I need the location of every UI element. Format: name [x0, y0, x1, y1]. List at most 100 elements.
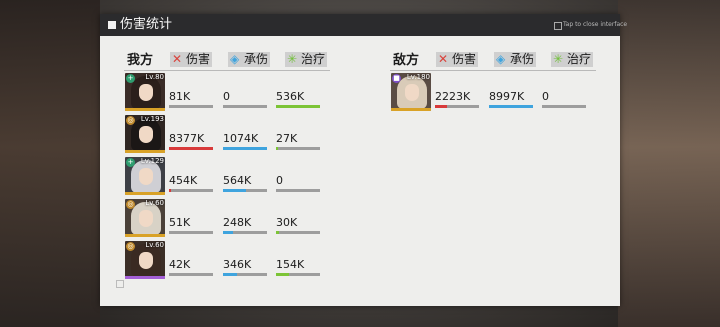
- tank-bar-fill: [223, 189, 246, 192]
- tank-bar-track: [223, 105, 267, 108]
- enemy-damage-stat: 2223K: [435, 91, 479, 109]
- medic-cross-icon: +: [126, 74, 135, 83]
- background-right: [618, 0, 720, 327]
- damage-bar-track: [169, 147, 213, 150]
- tank-value: 346K: [223, 258, 252, 271]
- heal-bar-fill: [276, 105, 320, 108]
- shield-icon: ◈: [496, 52, 506, 66]
- panel-title: 伤害统计: [120, 17, 173, 32]
- heal-value: 27K: [276, 132, 298, 145]
- tank-value: 564K: [223, 174, 252, 187]
- tank-bar-track: [223, 231, 267, 234]
- heal-bar-fill: [276, 273, 289, 276]
- damage-value: 454K: [169, 174, 198, 187]
- close-icon[interactable]: [554, 22, 562, 30]
- background-left: [0, 0, 100, 327]
- ally-col-damage[interactable]: ✕ 伤害: [170, 52, 212, 67]
- tank-bar-track: [223, 189, 267, 192]
- boss-icon: ■: [392, 74, 401, 83]
- ally-heal-stat: 30K: [276, 217, 320, 235]
- ally-heal-stat: 0: [276, 175, 320, 193]
- crossed-swords-icon: ✕: [172, 52, 183, 66]
- close-hint[interactable]: Tap to close interface: [563, 20, 627, 29]
- damage-bar-fill: [169, 189, 171, 192]
- ally-damage-stat: 51K: [169, 217, 213, 235]
- title-bar: 伤害统计 Tap to close interface: [100, 14, 627, 36]
- heal-value: 154K: [276, 258, 305, 271]
- heal-bar-track: [276, 231, 320, 234]
- ally-divider: [124, 70, 330, 71]
- rifle-icon: ◎: [126, 116, 135, 125]
- level-label: Lv.129: [140, 157, 164, 165]
- tank-bar-track: [223, 147, 267, 150]
- ally-damage-stat: 81K: [169, 91, 213, 109]
- level-label: Lv.193: [140, 115, 164, 123]
- heal-bar-track: [542, 105, 586, 108]
- tank-value: 0: [223, 90, 230, 103]
- damage-bar-track: [169, 189, 213, 192]
- damage-bar-track: [435, 105, 479, 108]
- ally-tank-stat: 0: [223, 91, 267, 109]
- rifle-icon: ◎: [126, 200, 135, 209]
- tank-value: 1074K: [223, 132, 259, 145]
- damage-value: 81K: [169, 90, 191, 103]
- level-label: Lv.60: [145, 241, 164, 249]
- enemy-label: 敌方: [393, 53, 420, 68]
- ally-col-heal[interactable]: ✳ 治疗: [285, 52, 327, 67]
- damage-stats-panel: 伤害统计 Tap to close interface 我方 ✕ 伤害 ◈ 承伤…: [100, 14, 627, 306]
- tank-bar-fill: [223, 231, 233, 234]
- heal-bar-track: [276, 189, 320, 192]
- enemy-col-damage[interactable]: ✕ 伤害: [436, 52, 478, 67]
- shield-icon: ◈: [230, 52, 240, 66]
- level-label: Lv.180: [406, 73, 430, 81]
- enemy-col-tank[interactable]: ◈ 承伤: [494, 52, 536, 67]
- tank-bar-track: [489, 105, 533, 108]
- enemy-col-heal[interactable]: ✳ 治疗: [551, 52, 593, 67]
- ally-damage-stat: 8377K: [169, 133, 213, 151]
- rarity-stripe: [125, 150, 165, 153]
- ally-heal-stat: 154K: [276, 259, 320, 277]
- heal-bar-fill: [276, 147, 278, 150]
- ally-damage-stat: 42K: [169, 259, 213, 277]
- damage-value: 51K: [169, 216, 191, 229]
- damage-bar-fill: [169, 147, 213, 150]
- character-avatar[interactable]: ◎ Lv.60: [125, 241, 165, 279]
- heal-cross-icon: ✳: [287, 52, 298, 66]
- ally-damage-stat: 454K: [169, 175, 213, 193]
- ally-heal-stat: 27K: [276, 133, 320, 151]
- character-avatar[interactable]: ■ Lv.180: [391, 73, 431, 111]
- heal-bar-track: [276, 273, 320, 276]
- tank-bar-fill: [489, 105, 533, 108]
- heal-value: 0: [276, 174, 283, 187]
- enemy-tank-stat: 8997K: [489, 91, 533, 109]
- rarity-stripe: [391, 108, 431, 111]
- level-label: Lv.60: [145, 199, 164, 207]
- character-avatar[interactable]: ◎ Lv.193: [125, 115, 165, 153]
- rifle-icon: ◎: [126, 242, 135, 251]
- heal-value: 30K: [276, 216, 298, 229]
- tank-bar-track: [223, 273, 267, 276]
- ally-col-tank[interactable]: ◈ 承伤: [228, 52, 270, 67]
- character-avatar[interactable]: + Lv.80: [125, 73, 165, 111]
- tank-value: 8997K: [489, 90, 525, 103]
- damage-bar-track: [169, 105, 213, 108]
- ally-heal-stat: 536K: [276, 91, 320, 109]
- heal-value: 536K: [276, 90, 305, 103]
- character-avatar[interactable]: ◎ Lv.60: [125, 199, 165, 237]
- title-square-icon: [108, 21, 116, 29]
- level-label: Lv.80: [145, 73, 164, 81]
- enemy-heal-stat: 0: [542, 91, 586, 109]
- character-avatar[interactable]: + Lv.129: [125, 157, 165, 195]
- damage-bar-track: [169, 231, 213, 234]
- ally-tank-stat: 248K: [223, 217, 267, 235]
- rarity-stripe: [125, 234, 165, 237]
- heal-bar-fill: [276, 231, 279, 234]
- damage-value: 8377K: [169, 132, 205, 145]
- damage-value: 42K: [169, 258, 191, 271]
- corner-marker-icon: [116, 280, 124, 288]
- heal-bar-track: [276, 105, 320, 108]
- rarity-stripe: [125, 276, 165, 279]
- damage-value: 2223K: [435, 90, 471, 103]
- heal-value: 0: [542, 90, 549, 103]
- tank-bar-fill: [223, 147, 267, 150]
